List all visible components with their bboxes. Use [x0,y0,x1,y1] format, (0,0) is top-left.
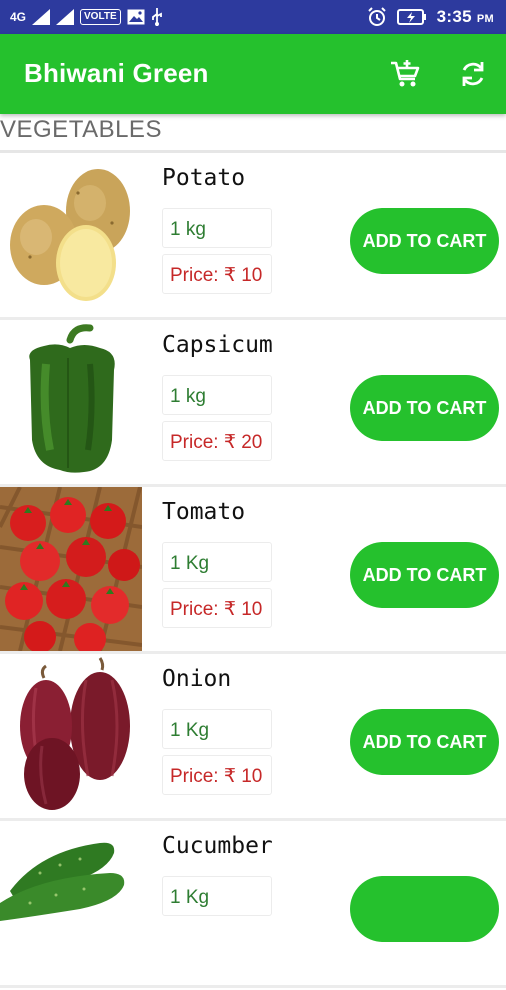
status-right: 3:35 PM [367,6,494,28]
product-quantity: 1 Kg [170,720,210,741]
product-quantity: 1 kg [170,219,206,240]
product-item: Capsicum 1 kg Price: ₹ 20 ADD TO CART [0,320,506,487]
product-price: Price: ₹ 10 [170,766,263,787]
quantity-box[interactable]: 1 kg [162,375,272,415]
add-to-cart-button[interactable]: ADD TO CART [350,375,499,441]
volte-badge: VOLTE [80,9,121,25]
product-list[interactable]: Potato 1 kg Price: ₹ 10 ADD TO CART Caps… [0,153,506,988]
product-image-cucumber [0,821,142,985]
add-to-cart-button[interactable] [350,876,499,942]
status-bar: 4G VOLTE 3:35 PM [0,0,506,34]
product-name: Onion [162,666,232,692]
product-name: Capsicum [162,332,273,358]
signal-icon [32,9,51,25]
product-name: Tomato [162,499,246,525]
alarm-icon [367,7,386,26]
quantity-box[interactable]: 1 Kg [162,709,272,749]
product-quantity: 1 Kg [170,553,210,574]
product-image-potato [0,153,142,317]
section-title: VEGETABLES [0,116,162,143]
product-image-onion [0,654,142,818]
usb-icon [151,8,162,26]
price-box: Price: ₹ 10 [162,254,272,294]
product-price: Price: ₹ 20 [170,432,263,453]
product-image-tomato [0,486,143,655]
product-price: Price: ₹ 10 [170,599,263,620]
clock-ampm: PM [476,13,494,25]
product-quantity: 1 kg [170,386,206,407]
add-to-cart-button[interactable]: ADD TO CART [350,709,499,775]
image-icon [127,9,145,25]
price-box: Price: ₹ 10 [162,755,272,795]
clock: 3:35 PM [437,7,494,27]
product-price: Price: ₹ 10 [170,265,263,286]
app-toolbar: Bhiwani Green [0,34,506,114]
quantity-box[interactable]: 1 Kg [162,542,272,582]
product-quantity: 1 Kg [170,887,210,908]
signal-icon-2 [56,9,75,25]
product-item: Onion 1 Kg Price: ₹ 10 ADD TO CART [0,654,506,821]
refresh-icon[interactable] [455,56,491,92]
price-box: Price: ₹ 20 [162,421,272,461]
product-image-capsicum [0,320,142,484]
add-cart-icon[interactable] [387,56,423,92]
product-item: Cucumber 1 Kg [0,821,506,988]
product-item: Potato 1 kg Price: ₹ 10 ADD TO CART [0,153,506,320]
product-name: Cucumber [162,833,273,859]
quantity-box[interactable]: 1 kg [162,208,272,248]
status-left: 4G VOLTE [10,6,163,28]
quantity-box[interactable]: 1 Kg [162,876,272,916]
add-to-cart-button[interactable]: ADD TO CART [350,208,499,274]
battery-icon [396,9,426,25]
app-title: Bhiwani Green [24,58,209,88]
clock-time: 3:35 [436,7,472,26]
product-item: Tomato 1 Kg Price: ₹ 10 ADD TO CART [0,486,506,655]
add-to-cart-button[interactable]: ADD TO CART [350,542,499,608]
price-box: Price: ₹ 10 [162,588,272,628]
network-type: 4G [10,10,27,24]
product-name: Potato [162,165,246,191]
